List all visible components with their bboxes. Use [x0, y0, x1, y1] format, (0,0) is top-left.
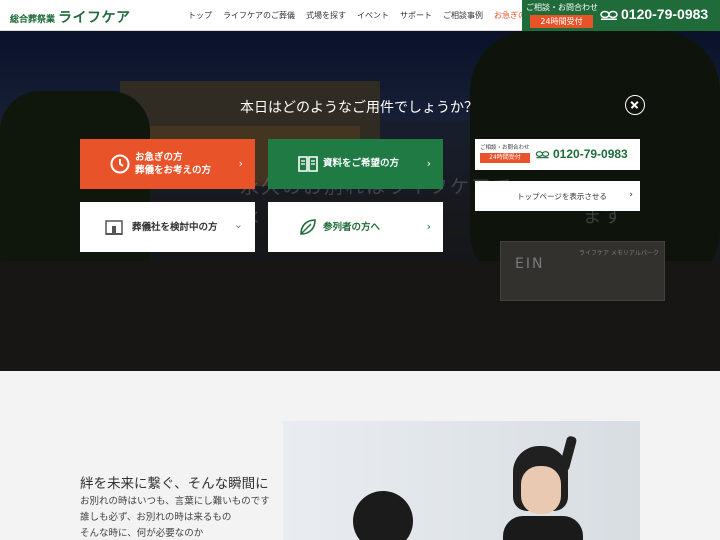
intro-line-1: お別れの時はいつも、言葉にし難いものです — [80, 496, 270, 507]
chevron-right-icon: › — [426, 220, 431, 233]
modal-contact-label: ご相談・お問合わせ — [480, 145, 530, 151]
chevron-right-icon: › — [629, 190, 633, 200]
option-urgent-line2: 葬儀をお考えの方 — [135, 165, 212, 176]
chevron-down-icon: ⌄ — [233, 218, 243, 231]
header-contact[interactable]: ご相談・お問合わせ 24時間受付 0120-79-0983 — [522, 0, 720, 31]
option-compare-label: 葬儀社を検討中の方 — [132, 222, 218, 233]
close-icon[interactable] — [625, 95, 645, 115]
nav-item-cases[interactable]: ご相談事例 — [443, 10, 483, 21]
intro-heading: 絆を未来に繋ぐ、そんな瞬間に — [80, 476, 269, 492]
building-icon — [105, 220, 123, 235]
option-docs-button[interactable]: 資料をご希望の方 › — [268, 139, 443, 189]
family-photo — [283, 421, 640, 540]
nav-item-venues[interactable]: 式場を探す — [306, 10, 346, 21]
site-header: 総合葬祭業 ライフケア トップ ライフケアのご葬儀 式場を探す イベント サポー… — [0, 0, 720, 31]
nav-item-support[interactable]: サポート — [400, 10, 432, 21]
modal-contact[interactable]: ご相談・お問合わせ 24時間受付 0120-79-0983 — [475, 139, 640, 170]
intro-line-3: そんな時に、何が必要なのか — [80, 528, 204, 539]
chevron-right-icon: › — [426, 157, 431, 170]
leaf-icon — [300, 219, 316, 235]
option-guest-label: 参列者の方へ — [323, 222, 381, 233]
option-compare-button[interactable]: 葬儀社を検討中の方 ⌄ — [80, 202, 255, 252]
contact-phone: 0120-79-0983 — [621, 6, 709, 22]
freedial-icon — [600, 10, 618, 20]
clock-icon — [110, 154, 130, 174]
option-urgent-button[interactable]: お急ぎの方 葬儀をお考えの方 › — [80, 139, 255, 189]
book-icon — [298, 156, 318, 172]
photo-person-2-face — [521, 466, 561, 514]
intro-line-2: 誰しも必ず、お別れの時は来るもの — [80, 512, 232, 523]
option-docs-label: 資料をご希望の方 — [323, 158, 400, 169]
chevron-right-icon: › — [238, 157, 243, 170]
logo-sub: 総合葬祭業 — [10, 15, 56, 25]
option-urgent-label: お急ぎの方 葬儀をお考えの方 — [135, 151, 211, 177]
main-nav: トップ ライフケアのご葬儀 式場を探す イベント サポート ご相談事例 お急ぎの… — [188, 10, 553, 21]
logo-main: ライフケア — [58, 10, 131, 26]
nav-item-events[interactable]: イベント — [357, 10, 389, 21]
option-urgent-line1: お急ぎの方 — [135, 152, 183, 163]
modal-contact-phone: 0120-79-0983 — [553, 147, 628, 161]
show-top-page-label: トップページを表示させる — [517, 192, 607, 201]
nav-item-top[interactable]: トップ — [188, 10, 212, 21]
intro-body: お別れの時はいつも、言葉にし難いものです 誰しも必ず、お別れの時は来るもの そん… — [80, 494, 270, 540]
contact-label: ご相談・お問合わせ — [526, 3, 598, 12]
show-top-page-button[interactable]: トップページを表示させる › — [475, 181, 640, 211]
contact-badge: 24時間受付 — [530, 15, 593, 28]
photo-person-2-body — [503, 516, 583, 540]
photo-person-1 — [353, 491, 413, 540]
freedial-icon — [535, 151, 550, 159]
logo[interactable]: 総合葬祭業 ライフケア — [10, 7, 131, 27]
option-guest-button[interactable]: 参列者の方へ › — [268, 202, 443, 252]
nav-item-funeral[interactable]: ライフケアのご葬儀 — [223, 10, 295, 21]
modal-contact-badge: 24時間受付 — [480, 153, 530, 163]
modal-question: 本日はどのようなご用件でしょうか？ — [240, 100, 478, 116]
